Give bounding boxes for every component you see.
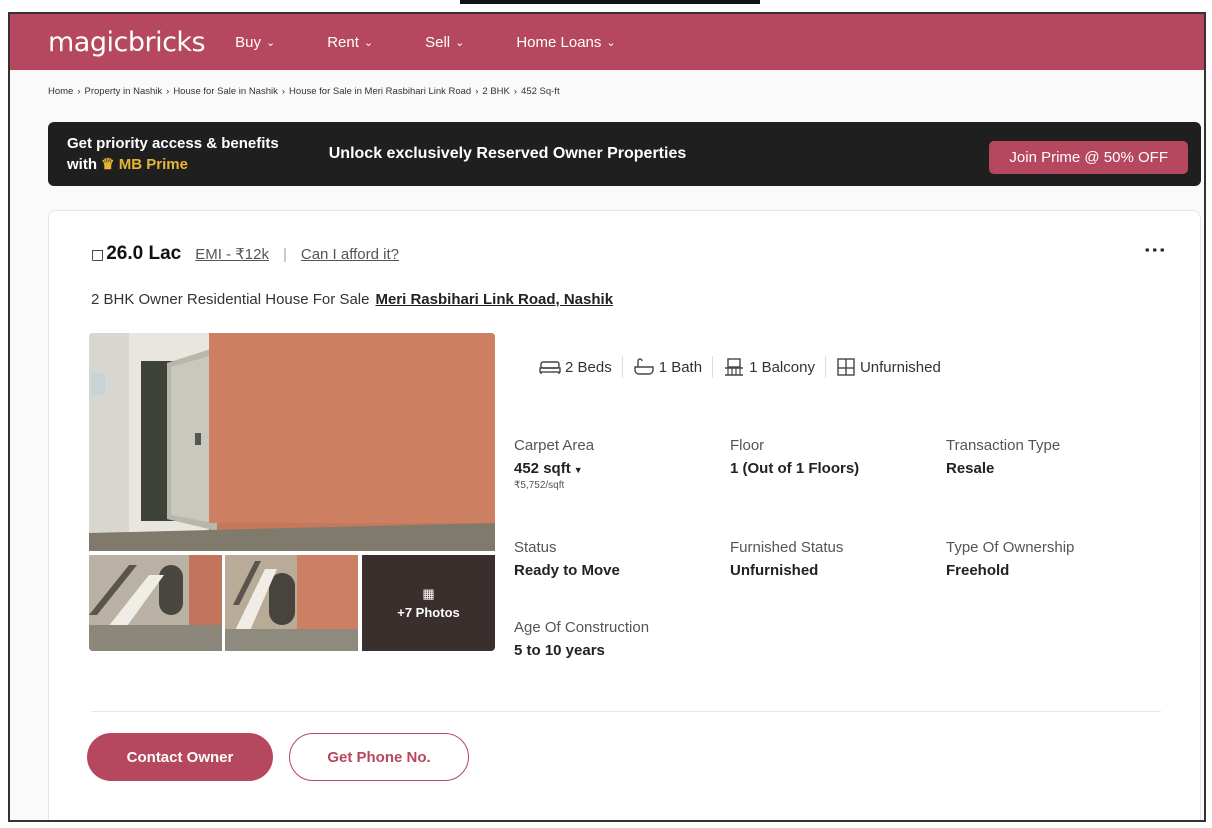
property-title: 2 BHK Owner Residential House For Sale Me… [91, 291, 613, 308]
summary-label: Furnished Status [730, 539, 844, 556]
property-location-link[interactable]: Meri Rasbihari Link Road, Nashik [375, 291, 613, 308]
join-prime-button[interactable]: Join Prime @ 50% OFF [989, 141, 1188, 174]
site-logo[interactable]: magicbricks [48, 27, 206, 58]
summary-value: 1 (Out of 1 Floors) [730, 460, 860, 477]
emi-link[interactable]: EMI - ₹12k [195, 245, 269, 263]
breadcrumb-area: 452 Sq-ft [521, 86, 560, 97]
summary-status: Status Ready to Move [514, 539, 724, 579]
rupee-icon: □ [91, 247, 105, 263]
photo-icon: ▦ [422, 586, 435, 601]
summary-carpet-area: Carpet Area 452 sqft ▼ ₹5,752/sqft [514, 437, 724, 491]
prime-line2-prefix: with [67, 156, 97, 173]
crown-icon: ♛ [101, 156, 115, 173]
balcony-icon [725, 358, 744, 376]
feature-label: 1 Bath [658, 358, 703, 376]
property-card: □ 26.0 Lac EMI - ₹12k | Can I afford it? … [48, 210, 1201, 820]
feature-furnishing: Unfurnished [826, 358, 951, 376]
prime-brand: MB Prime [118, 156, 188, 173]
summary-value: Freehold [946, 562, 1010, 579]
nav-label: Rent [327, 33, 359, 51]
summary-age: Age Of Construction 5 to 10 years [514, 619, 724, 659]
summary-label: Status [514, 539, 557, 556]
breadcrumb-bhk[interactable]: 2 BHK [482, 86, 509, 97]
room-photo-image [89, 333, 495, 551]
feature-bar: 2 Beds 1 Bath 1 Balcony Unfurnished [529, 356, 951, 378]
nav-home-loans[interactable]: Home Loans ⌄ [516, 34, 615, 51]
carpet-area-value: 452 sqft [514, 460, 571, 477]
furniture-icon [837, 358, 855, 376]
price-value: 26.0 Lac [106, 243, 182, 264]
nav-rent[interactable]: Rent ⌄ [327, 34, 373, 51]
summary-furnished-status: Furnished Status Unfurnished [730, 539, 940, 579]
nav-label: Sell [425, 33, 451, 51]
prime-line1: Get priority access & benefits [67, 135, 279, 152]
breadcrumb-home[interactable]: Home [48, 86, 73, 97]
feature-label: 1 Balcony [749, 358, 815, 376]
nav-sell[interactable]: Sell ⌄ [425, 34, 464, 51]
chevron-down-icon: ⌄ [265, 36, 276, 49]
breadcrumb-separator: › [475, 86, 479, 97]
stairs-photo-image [225, 555, 358, 651]
divider-pipe: | [282, 245, 287, 263]
prime-line2: with ♛ MB Prime [67, 154, 279, 175]
prime-promo-text: Get priority access & benefits with ♛ MB… [67, 133, 279, 175]
summary-floor: Floor 1 (Out of 1 Floors) [730, 437, 940, 477]
summary-ownership: Type Of Ownership Freehold [946, 539, 1156, 579]
more-photos-label: +7 Photos [397, 605, 460, 620]
contact-owner-button[interactable]: Contact Owner [87, 733, 273, 781]
summary-value: Unfurnished [730, 562, 819, 579]
site-header: magicbricks Buy ⌄ Rent ⌄ Sell ⌄ Home Loans ⌄ [10, 14, 1204, 70]
breadcrumb-separator: › [281, 86, 286, 97]
price-per-sqft: ₹5,752/sqft [514, 480, 565, 491]
feature-label: 2 Beds [565, 358, 612, 376]
afford-link[interactable]: Can I afford it? [301, 246, 399, 263]
more-options-icon[interactable]: ⋮ [1142, 239, 1168, 259]
nav-label: Home Loans [516, 33, 602, 51]
breadcrumb-house-city[interactable]: House for Sale in Nashik [173, 86, 278, 97]
main-photo[interactable] [89, 333, 495, 551]
photo-thumbnail[interactable] [225, 555, 358, 651]
summary-label: Transaction Type [946, 437, 1061, 454]
breadcrumb-separator: › [77, 86, 81, 97]
price: □ 26.0 Lac [91, 243, 181, 265]
caret-down-icon: ▼ [573, 465, 583, 475]
stairs-photo-image [89, 555, 222, 651]
breadcrumb-property-city[interactable]: Property in Nashik [85, 86, 163, 97]
prime-banner: Get priority access & benefits with ♛ MB… [48, 122, 1201, 186]
main-nav: Buy ⌄ Rent ⌄ Sell ⌄ Home Loans ⌄ [235, 34, 668, 51]
feature-label: Unfurnished [859, 358, 941, 376]
bath-icon [634, 358, 654, 375]
price-row: □ 26.0 Lac EMI - ₹12k | Can I afford it? [91, 243, 399, 265]
summary-label: Floor [730, 437, 765, 454]
summary-label: Carpet Area [514, 437, 595, 454]
feature-bath: 1 Bath [623, 358, 712, 376]
summary-value: 5 to 10 years [514, 642, 605, 659]
bed-icon [539, 361, 561, 374]
summary-label: Type Of Ownership [946, 539, 1075, 556]
more-photos-button[interactable]: ▦ +7 Photos [362, 555, 495, 651]
property-type: 2 BHK Owner Residential House For Sale [91, 291, 370, 308]
summary-transaction-type: Transaction Type Resale [946, 437, 1156, 477]
photo-thumbnail[interactable] [89, 555, 222, 651]
card-divider [91, 711, 1161, 712]
top-edge [460, 0, 760, 4]
summary-label: Age Of Construction [514, 619, 650, 636]
breadcrumb-separator: › [166, 86, 170, 97]
summary-value[interactable]: 452 sqft ▼ [514, 460, 724, 477]
chevron-down-icon: ⌄ [455, 36, 465, 49]
nav-label: Buy [235, 33, 261, 51]
breadcrumb: Home › Property in Nashik › House for Sale… [48, 86, 560, 97]
feature-beds: 2 Beds [529, 359, 622, 376]
chevron-down-icon: ⌄ [363, 36, 374, 49]
breadcrumb-separator: › [513, 86, 518, 97]
get-phone-button[interactable]: Get Phone No. [289, 733, 469, 781]
browser-frame: magicbricks Buy ⌄ Rent ⌄ Sell ⌄ Home Loans ⌄… [8, 12, 1206, 822]
feature-balcony: 1 Balcony [713, 358, 825, 376]
prime-tagline: Unlock exclusively Reserved Owner Proper… [328, 145, 687, 162]
summary-value: Resale [946, 460, 995, 477]
nav-buy[interactable]: Buy ⌄ [235, 34, 275, 51]
summary-value: Ready to Move [514, 562, 620, 579]
breadcrumb-house-locality[interactable]: House for Sale in Meri Rasbihari Link Ro… [289, 86, 471, 97]
chevron-down-icon: ⌄ [606, 36, 616, 49]
